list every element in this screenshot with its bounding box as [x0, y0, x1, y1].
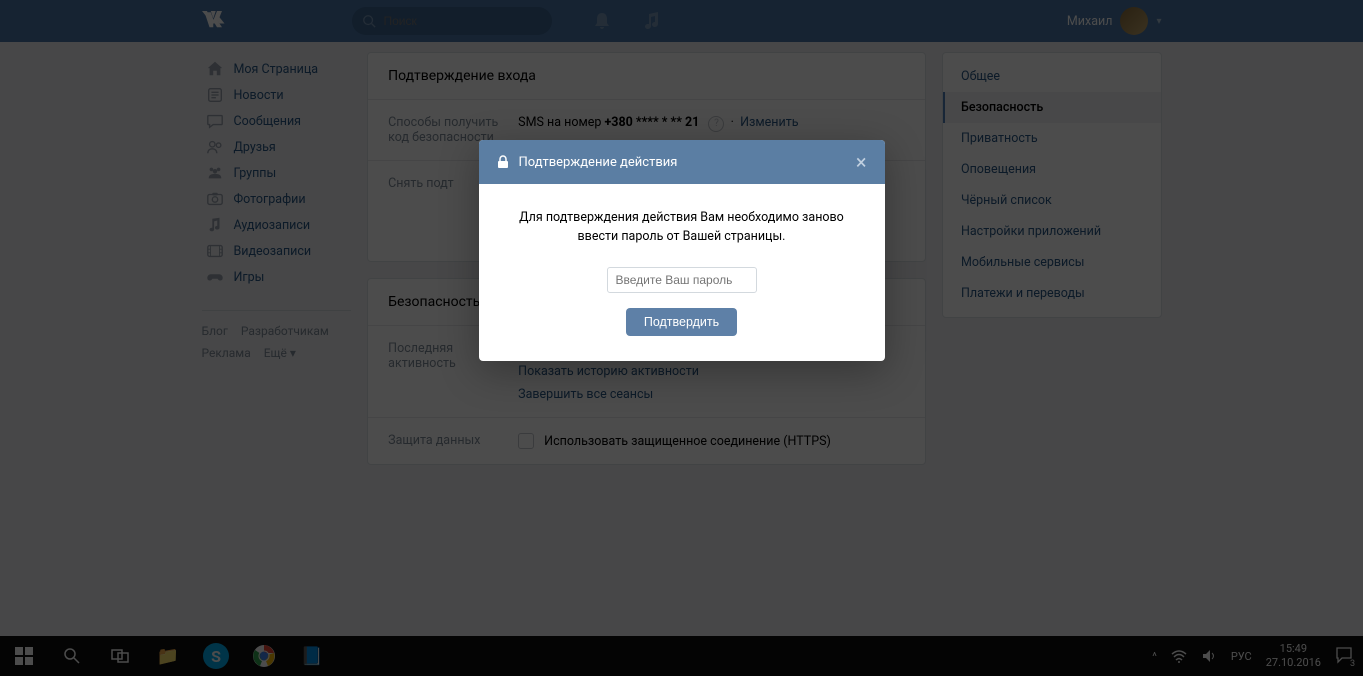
- modal-title: Подтверждение действия: [519, 155, 678, 170]
- modal-body-text: Для подтверждения действия Вам необходим…: [509, 209, 855, 247]
- close-icon[interactable]: ×: [856, 152, 867, 172]
- confirm-button[interactable]: Подтвердить: [626, 308, 737, 336]
- modal-header: Подтверждение действия ×: [479, 140, 885, 184]
- confirm-modal: Подтверждение действия × Для подтвержден…: [479, 140, 885, 361]
- lock-icon: [497, 155, 509, 169]
- password-input[interactable]: [607, 267, 757, 293]
